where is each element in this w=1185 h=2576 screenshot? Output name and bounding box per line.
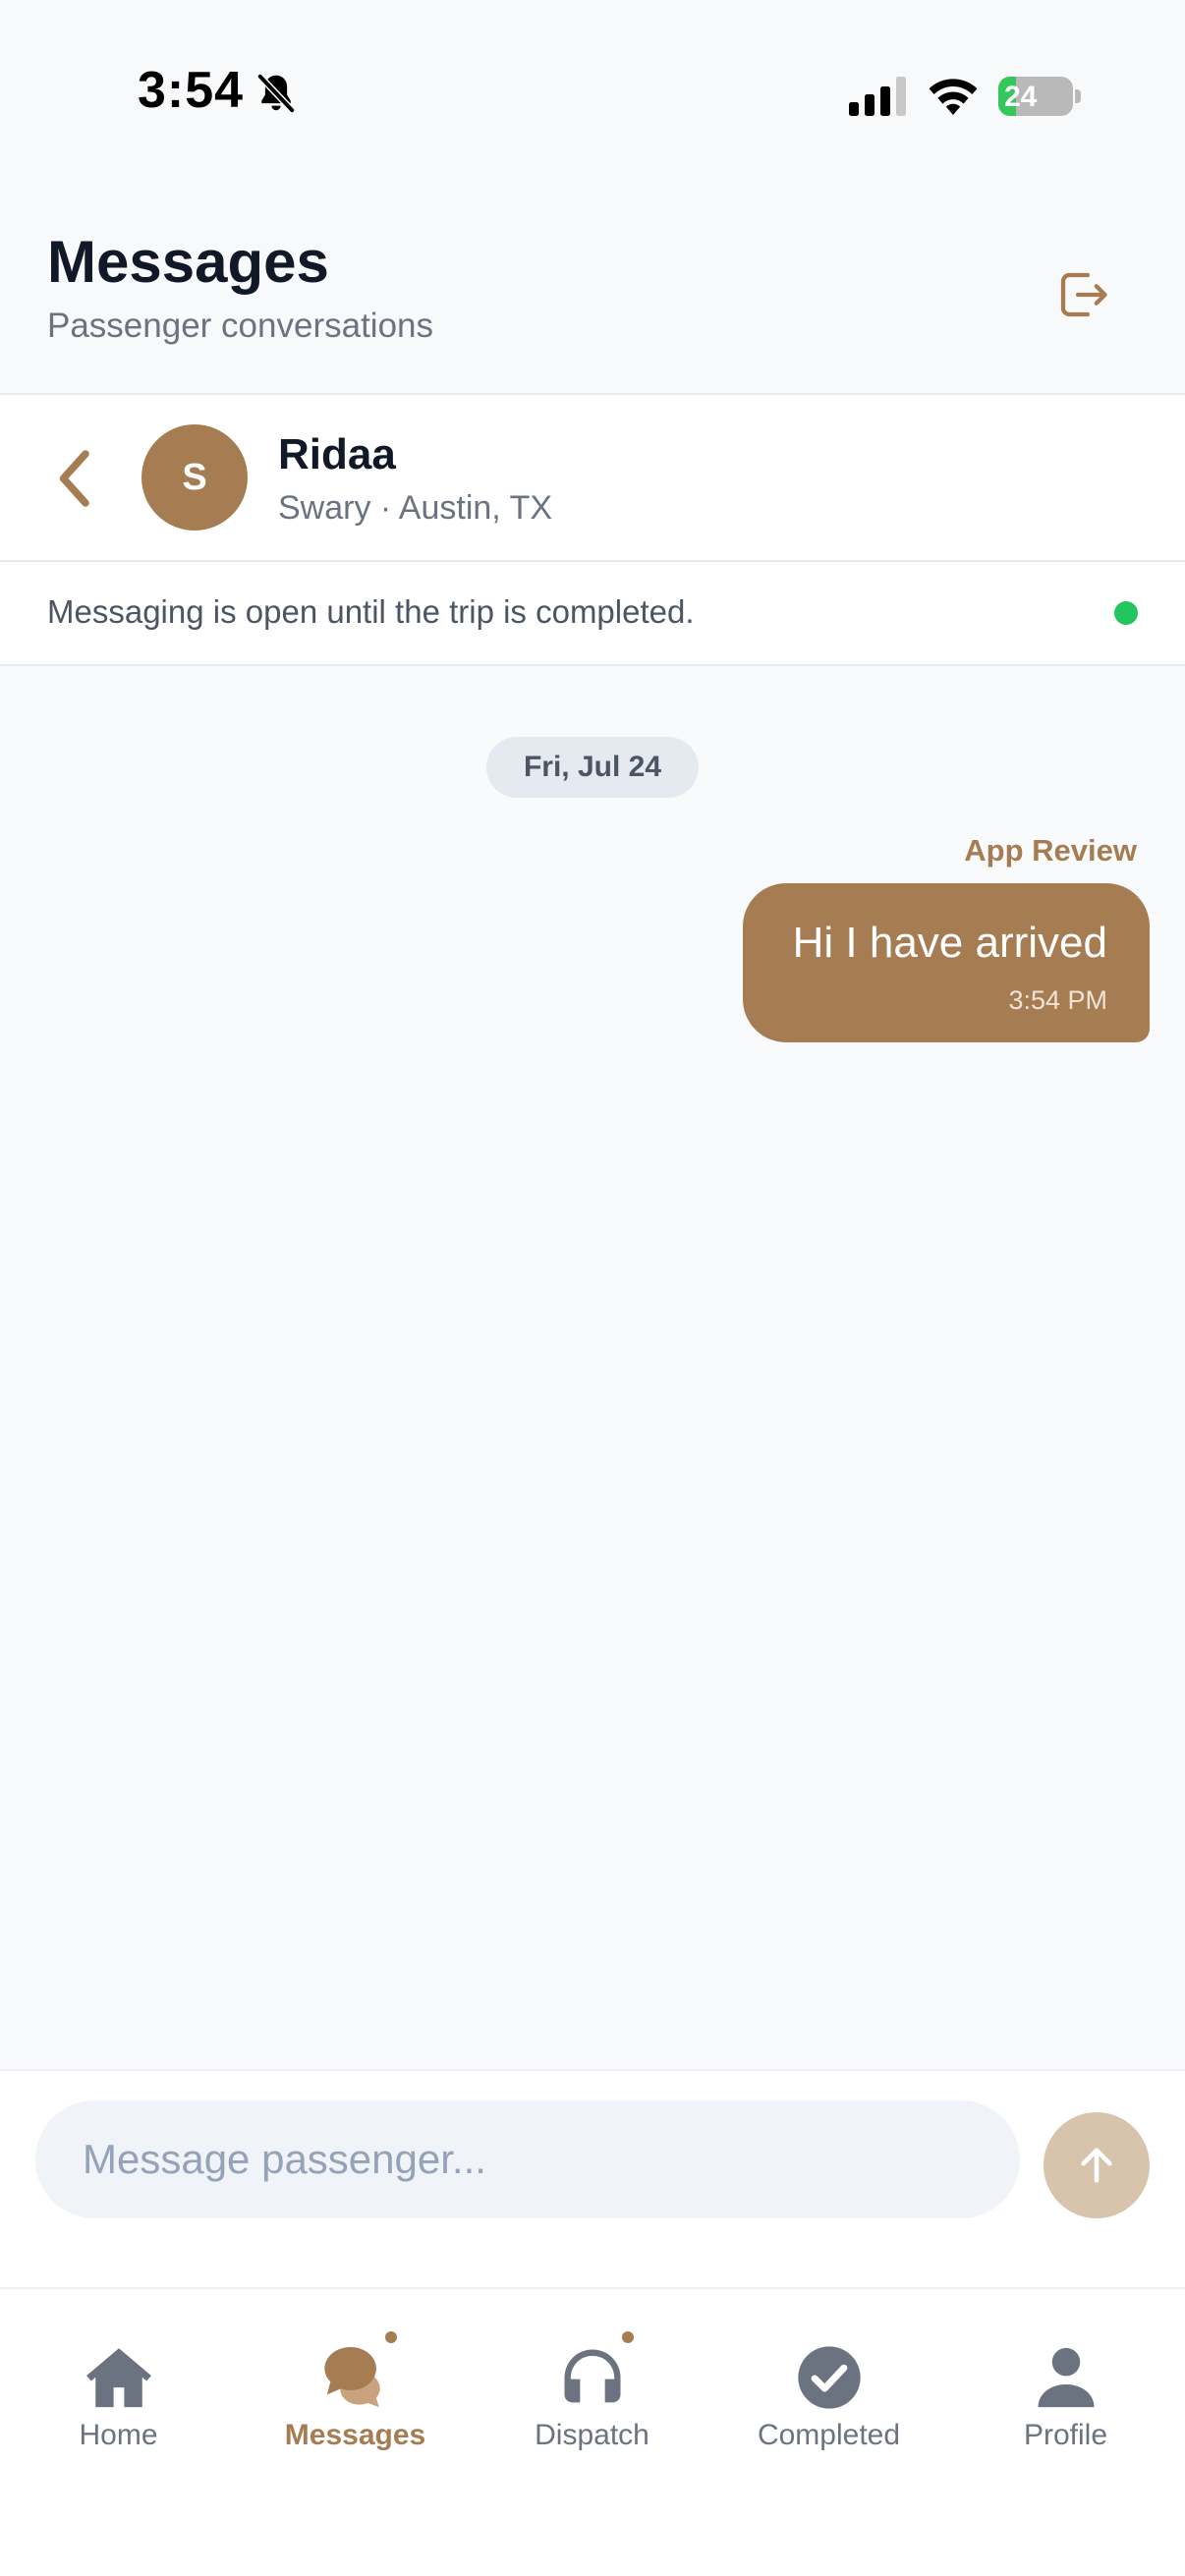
status-time: 3:54 [138, 62, 245, 119]
date-separator: Fri, Jul 24 [486, 737, 699, 798]
battery-body: 24 [998, 77, 1073, 116]
dispatch-badge-dot [619, 2328, 637, 2346]
battery-cap [1075, 89, 1081, 103]
arrow-up-icon [1081, 2148, 1112, 2183]
tab-completed-label: Completed [757, 2419, 901, 2451]
logout-icon[interactable] [1053, 265, 1112, 324]
tab-home-label: Home [79, 2419, 158, 2451]
message-sender: App Review [964, 833, 1137, 868]
message-composer [0, 2069, 1185, 2287]
tab-profile-label: Profile [1023, 2419, 1108, 2451]
home-icon [85, 2348, 151, 2408]
tab-dispatch[interactable]: Dispatch [474, 2289, 710, 2486]
cellular-signal-icon [849, 77, 906, 116]
conversation-header: S Ridaa Swary · Austin, TX [0, 395, 1185, 562]
message-text: Hi I have arrived [792, 919, 1107, 967]
message-bubble-outgoing[interactable]: Hi I have arrived 3:54 PM [743, 883, 1150, 1042]
online-status-dot [1114, 601, 1138, 625]
messages-badge-dot [382, 2328, 400, 2346]
chat-thread[interactable]: Fri, Jul 24 App Review Hi I have arrived… [0, 666, 1185, 2069]
status-bar: 3:54 24 [0, 0, 1185, 187]
tab-completed[interactable]: Completed [710, 2289, 947, 2486]
messages-screen: 3:54 24 Messages Passenger conversations… [0, 0, 1185, 2576]
tab-messages-label: Messages [284, 2419, 426, 2451]
page-header: Messages Passenger conversations [0, 187, 1185, 395]
contact-name: Ridaa [278, 430, 396, 478]
contact-subtitle: Swary · Austin, TX [278, 489, 553, 527]
chat-bubbles-icon [323, 2346, 380, 2408]
back-chevron-icon[interactable] [51, 444, 100, 513]
wifi-icon [929, 79, 978, 115]
tab-dispatch-label: Dispatch [535, 2419, 649, 2451]
bottom-tab-bar: Home Messages Dispatch Completed Profile [0, 2287, 1185, 2576]
tab-messages[interactable]: Messages [237, 2289, 474, 2486]
tab-profile[interactable]: Profile [947, 2289, 1184, 2486]
bell-muted-icon [256, 73, 296, 114]
person-icon [1038, 2347, 1094, 2408]
send-button[interactable] [1044, 2112, 1150, 2218]
page-subtitle: Passenger conversations [47, 307, 433, 345]
battery-indicator: 24 [998, 77, 1081, 116]
message-input[interactable] [35, 2100, 1020, 2218]
avatar: S [141, 424, 248, 531]
tab-home[interactable]: Home [0, 2289, 237, 2486]
message-time: 3:54 PM [1008, 985, 1107, 1015]
check-circle-icon [797, 2346, 861, 2409]
page-title: Messages [47, 229, 329, 295]
battery-level: 24 [1004, 81, 1038, 113]
headset-icon [564, 2349, 620, 2403]
notice-text: Messaging is open until the trip is comp… [47, 593, 695, 630]
messaging-notice: Messaging is open until the trip is comp… [0, 562, 1185, 666]
